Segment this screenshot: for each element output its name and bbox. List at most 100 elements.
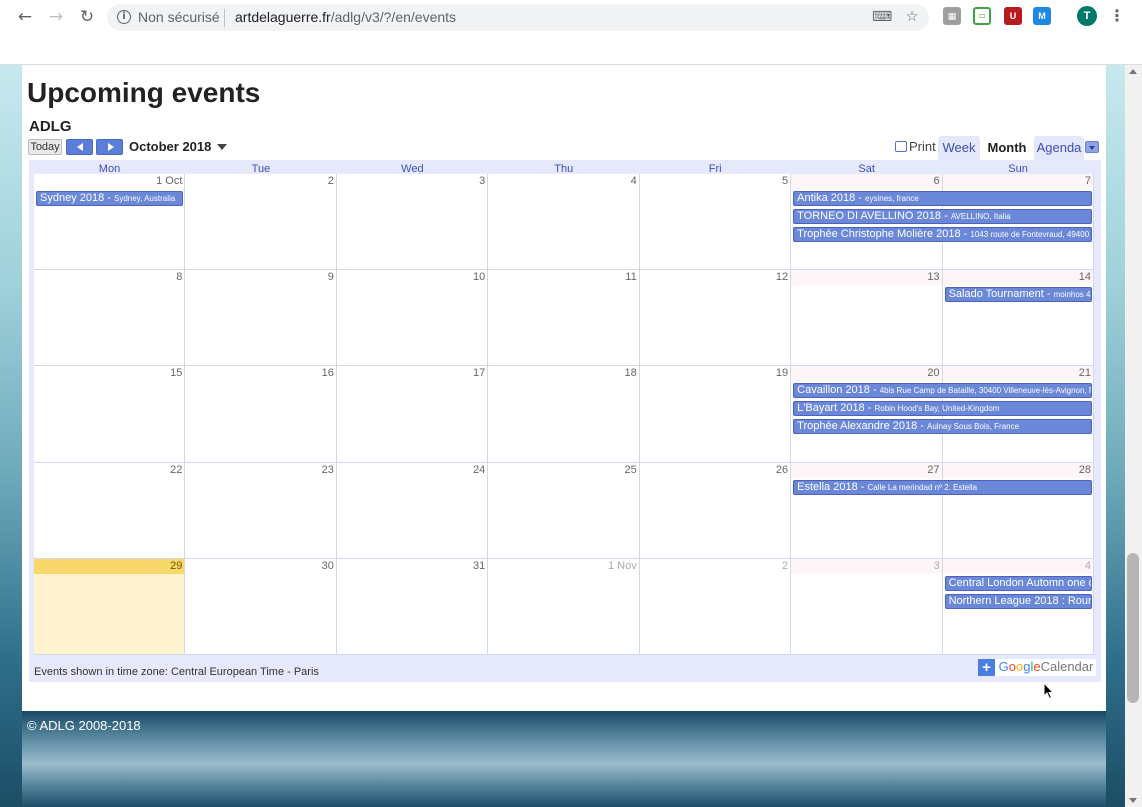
day-cell[interactable]: 2 [639, 558, 792, 655]
event-chip[interactable]: Antika 2018 - eysines, france [793, 191, 1092, 206]
day-number[interactable]: 27 [927, 464, 939, 476]
day-cell[interactable]: 31 [336, 558, 489, 655]
day-cell[interactable]: 27 [791, 462, 943, 559]
event-chip[interactable]: Central London Automn one day [944, 575, 1092, 591]
day-cell[interactable]: 9 [185, 270, 337, 367]
event-chip[interactable]: Cavaillon 2018 - 4bis Rue Camp de Batail… [793, 383, 1092, 399]
day-cell[interactable]: 5 [639, 174, 792, 271]
day-cell[interactable]: 3 [791, 558, 943, 655]
day-cell[interactable]: 24 [336, 462, 489, 559]
day-number[interactable]: 15 [170, 367, 182, 379]
day-cell[interactable]: 1 Oct [34, 174, 186, 271]
day-number[interactable]: 1 Oct [156, 175, 182, 187]
day-number[interactable]: 10 [473, 271, 485, 283]
day-number[interactable]: 12 [776, 271, 788, 283]
event-chip[interactable]: Northern League 2018 : Round [944, 593, 1092, 609]
day-cell[interactable]: 14 [942, 270, 1094, 367]
day-number[interactable]: 4 [631, 175, 637, 187]
reload-icon[interactable]: ↻ [76, 6, 98, 28]
day-number[interactable]: 16 [322, 367, 334, 379]
day-number[interactable]: 19 [776, 367, 788, 379]
forward-arrow-icon[interactable]: → [45, 6, 67, 28]
day-number[interactable]: 7 [1085, 175, 1091, 187]
back-arrow-icon[interactable]: ← [14, 6, 36, 28]
event-chip[interactable]: Estella 2018 - Calle La merindad nº 2. E… [793, 479, 1092, 495]
day-cell[interactable]: 30 [185, 558, 337, 655]
day-number[interactable]: 20 [927, 367, 939, 379]
day-number[interactable]: 2 [782, 560, 788, 572]
day-number[interactable]: 3 [933, 560, 939, 572]
info-icon[interactable]: i [117, 10, 131, 24]
day-cell[interactable]: 13 [791, 270, 943, 367]
day-number[interactable]: 25 [624, 464, 636, 476]
event-chip[interactable]: L'Bayart 2018 - Robin Hood's Bay, United… [793, 401, 1092, 417]
day-cell[interactable]: 2 [185, 174, 337, 271]
day-cell[interactable]: 23 [185, 462, 337, 559]
day-cell[interactable]: 11 [488, 270, 640, 367]
day-number[interactable]: 2 [328, 175, 334, 187]
day-cell[interactable]: 29 [34, 558, 186, 655]
page-scrollbar[interactable] [1125, 65, 1142, 807]
address-bar[interactable]: i Non sécurisé artdelaguerre.fr/adlg/v3/… [107, 4, 929, 31]
day-cell[interactable]: 12 [639, 270, 792, 367]
month-dropdown-icon[interactable] [217, 144, 227, 150]
event-chip[interactable]: Sydney 2018 - Sydney, Australia [36, 191, 184, 206]
day-cell[interactable]: 8 [34, 270, 186, 367]
day-cell[interactable]: 16 [185, 366, 337, 463]
extension-tv-icon[interactable]: ▭ [973, 7, 991, 25]
day-cell[interactable]: 18 [488, 366, 640, 463]
day-cell[interactable]: 17 [336, 366, 489, 463]
day-cell[interactable]: 15 [34, 366, 186, 463]
day-number[interactable]: 31 [473, 560, 485, 572]
day-number[interactable]: 1 Nov [608, 560, 637, 572]
day-number[interactable]: 6 [933, 175, 939, 187]
day-number[interactable]: 18 [624, 367, 636, 379]
day-number[interactable]: 23 [322, 464, 334, 476]
day-number[interactable]: 28 [1079, 464, 1091, 476]
view-dropdown-button[interactable] [1085, 141, 1099, 153]
tab-month[interactable]: Month [984, 136, 1030, 160]
today-button[interactable]: Today [28, 139, 62, 155]
extension-mail-icon[interactable]: M [1033, 7, 1051, 25]
profile-avatar[interactable]: T [1077, 6, 1097, 26]
day-number[interactable]: 3 [479, 175, 485, 187]
day-number[interactable]: 24 [473, 464, 485, 476]
event-chip[interactable]: Trophée Christophe Molière 2018 - 1043 r… [793, 227, 1092, 242]
day-number[interactable]: 21 [1079, 367, 1091, 379]
day-number[interactable]: 4 [1085, 560, 1091, 572]
day-cell[interactable]: 10 [336, 270, 489, 367]
print-button[interactable]: Print [895, 139, 936, 154]
day-cell[interactable]: 25 [488, 462, 640, 559]
scroll-thumb[interactable] [1127, 553, 1139, 703]
day-cell[interactable]: 1 Nov [488, 558, 640, 655]
translate-icon[interactable]: ⌨ [872, 8, 892, 26]
day-cell[interactable]: 22 [34, 462, 186, 559]
scroll-up-icon[interactable] [1129, 69, 1137, 74]
extension-puzzle-icon[interactable]: ▦ [943, 7, 961, 25]
google-calendar-button[interactable]: + GoogleCalendar [978, 659, 1097, 676]
day-number[interactable]: 17 [473, 367, 485, 379]
day-number[interactable]: 9 [328, 271, 334, 283]
day-number[interactable]: 30 [322, 560, 334, 572]
day-number[interactable]: 22 [170, 464, 182, 476]
tab-agenda[interactable]: Agenda [1034, 136, 1084, 160]
day-cell[interactable]: 19 [639, 366, 792, 463]
prev-month-button[interactable] [66, 139, 93, 155]
bookmark-star-icon[interactable]: ☆ [903, 8, 921, 26]
day-cell[interactable]: 26 [639, 462, 792, 559]
tab-week[interactable]: Week [938, 136, 980, 160]
day-number[interactable]: 29 [170, 560, 182, 572]
scroll-down-icon[interactable] [1129, 798, 1137, 803]
menu-kebab-icon[interactable]: ⋮ [1109, 5, 1125, 27]
event-chip[interactable]: Salado Tournament - moinhos 4, 4 [944, 287, 1092, 303]
extension-shield-icon[interactable]: U [1004, 7, 1022, 25]
day-number[interactable]: 5 [782, 175, 788, 187]
day-number[interactable]: 14 [1079, 271, 1091, 283]
event-chip[interactable]: TORNEO DI AVELLINO 2018 - AVELLINO, Ital… [793, 209, 1092, 224]
day-cell[interactable]: 4 [488, 174, 640, 271]
event-chip[interactable]: Trophée Alexandre 2018 - Aulnay Sous Boi… [793, 419, 1092, 435]
next-month-button[interactable] [96, 139, 123, 155]
day-cell[interactable]: 28 [942, 462, 1094, 559]
day-number[interactable]: 13 [927, 271, 939, 283]
url-text[interactable]: artdelaguerre.fr/adlg/v3/?/en/events [235, 9, 456, 25]
